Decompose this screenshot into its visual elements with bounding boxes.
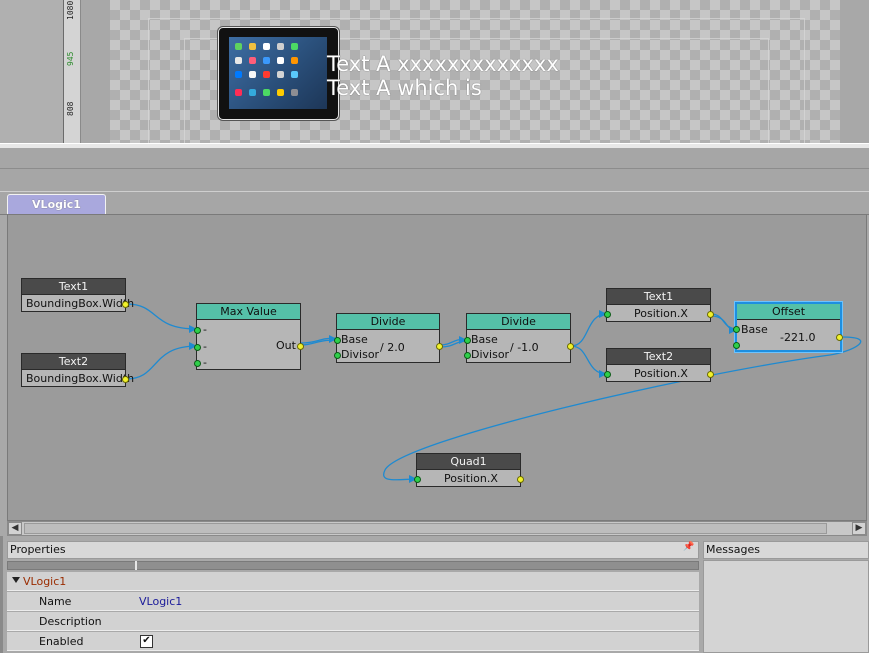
left-panel-strip — [0, 0, 64, 143]
node-title: Text2 — [607, 349, 710, 365]
ruler-tick-label: 1080 — [66, 0, 75, 20]
node-text2-boundingbox[interactable]: Text2 BoundingBox.Width — [21, 353, 134, 387]
node-text1-boundingbox[interactable]: Text1 BoundingBox.Width — [21, 278, 134, 312]
input-port[interactable] — [414, 476, 421, 483]
left-edge-strip — [0, 536, 3, 653]
input-port[interactable] — [604, 371, 611, 378]
node-divide-2[interactable]: Divide Base Divisor / -1.0 — [464, 313, 574, 363]
port-label: Position.X — [634, 307, 688, 320]
property-row-enabled[interactable]: Enabled ✔ — [7, 632, 699, 651]
port-label: Position.X — [634, 367, 688, 380]
property-row-name[interactable]: Name VLogic1 — [7, 592, 699, 611]
output-port[interactable] — [567, 343, 574, 350]
node-text1-position[interactable]: Text1 Position.X — [604, 288, 714, 322]
input-label: Divisor — [341, 348, 380, 361]
input-label: - — [203, 340, 207, 353]
pin-icon[interactable]: 📌 — [683, 542, 694, 552]
enabled-checkbox[interactable]: ✔ — [140, 635, 153, 648]
tab-vlogic1[interactable]: VLogic1 — [7, 194, 106, 214]
input-port[interactable] — [194, 344, 201, 351]
property-group-row[interactable]: VLogic1 — [7, 572, 699, 591]
input-port[interactable] — [733, 342, 740, 349]
node-title: Text2 — [22, 354, 125, 370]
tablet-image[interactable] — [218, 27, 339, 120]
input-label: - — [203, 323, 207, 336]
node-title: Offset — [737, 304, 840, 320]
expand-triangle-icon[interactable] — [12, 577, 20, 583]
input-label: Base — [341, 333, 368, 346]
output-port[interactable] — [517, 476, 524, 483]
node-offset[interactable]: Offset Base -221.0 — [733, 302, 843, 352]
toolbar-band — [0, 148, 869, 168]
offset-value[interactable]: -221.0 — [780, 331, 815, 344]
input-port[interactable] — [464, 352, 471, 359]
output-port[interactable] — [836, 334, 843, 341]
input-label: Base — [741, 323, 768, 336]
output-port[interactable] — [707, 311, 714, 318]
stage-caption-text[interactable]: Text A xxxxxxxxxxxxx Text A which is — [327, 52, 559, 100]
divisor-value[interactable]: / -1.0 — [510, 341, 539, 354]
port-label: Position.X — [444, 472, 498, 485]
property-group-label: VLogic1 — [23, 575, 67, 588]
messages-body — [703, 560, 869, 653]
output-port[interactable] — [122, 301, 129, 308]
properties-header — [7, 541, 699, 559]
node-quad1-position[interactable]: Quad1 Position.X — [414, 453, 524, 487]
column-splitter[interactable] — [135, 561, 137, 570]
property-label: Enabled — [39, 635, 84, 648]
input-port[interactable] — [733, 326, 740, 333]
output-label: Out — [276, 339, 296, 352]
input-port[interactable] — [334, 352, 341, 359]
messages-title: Messages — [706, 543, 760, 556]
input-label: - — [203, 356, 207, 369]
input-port[interactable] — [194, 327, 201, 334]
ruler-tick-label: 808 — [66, 101, 75, 116]
port-label: BoundingBox.Width — [26, 297, 135, 310]
vertical-ruler: 1080 945 808 — [64, 0, 81, 143]
property-label: Name — [39, 595, 72, 608]
properties-column-header — [7, 561, 699, 570]
node-text2-position[interactable]: Text2 Position.X — [604, 348, 714, 382]
port-label: BoundingBox.Width — [26, 372, 135, 385]
output-port[interactable] — [122, 376, 129, 383]
properties-title: Properties — [10, 543, 66, 556]
input-label: Base — [471, 333, 498, 346]
input-port[interactable] — [194, 360, 201, 367]
scrollbar-thumb[interactable] — [24, 523, 827, 534]
node-title: Quad1 — [417, 454, 520, 470]
caption-line-2: Text A which is — [327, 76, 482, 100]
divisor-value[interactable]: / 2.0 — [380, 341, 405, 354]
input-port[interactable] — [334, 337, 341, 344]
output-port[interactable] — [297, 343, 304, 350]
scroll-left-icon[interactable]: ◀ — [8, 522, 22, 535]
tab-bar — [0, 191, 869, 215]
input-port[interactable] — [604, 311, 611, 318]
caption-line-1: Text A xxxxxxxxxxxxx — [327, 52, 559, 76]
property-label: Description — [39, 615, 102, 628]
node-max-value[interactable]: Max Value - - - Out — [194, 303, 304, 370]
node-title: Divide — [337, 314, 439, 330]
input-port[interactable] — [464, 337, 471, 344]
output-port[interactable] — [707, 371, 714, 378]
toolbar-band — [0, 168, 869, 191]
tablet-screen — [229, 37, 327, 109]
scroll-right-icon[interactable]: ▶ — [852, 522, 866, 535]
node-title: Divide — [467, 314, 570, 330]
node-divide-1[interactable]: Divide Base Divisor / 2.0 — [334, 313, 443, 363]
node-title: Text1 — [22, 279, 125, 295]
ruler-tick-label: 945 — [66, 51, 75, 66]
property-row-description[interactable]: Description — [7, 612, 699, 631]
output-port[interactable] — [436, 343, 443, 350]
property-value[interactable]: VLogic1 — [139, 595, 182, 608]
node-title: Max Value — [197, 304, 300, 320]
input-label: Divisor — [471, 348, 510, 361]
node-title: Text1 — [607, 289, 710, 305]
